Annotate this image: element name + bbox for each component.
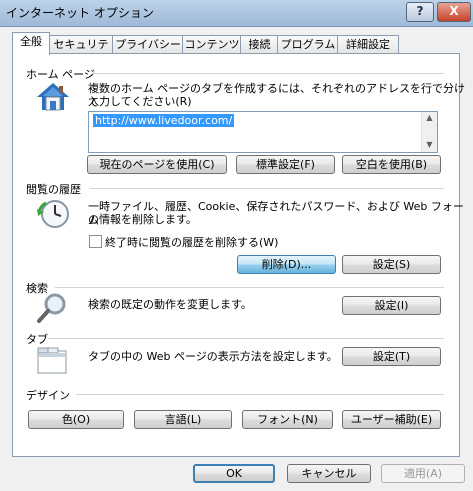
separator bbox=[76, 394, 444, 395]
tab-connections[interactable]: 接続 bbox=[240, 35, 279, 54]
use-blank-button[interactable]: 空白を使用(B) bbox=[342, 155, 441, 174]
textarea-scrollbar[interactable]: ▲ ▼ bbox=[421, 112, 437, 152]
help-button[interactable]: ? bbox=[406, 2, 434, 22]
separator bbox=[55, 287, 444, 288]
use-current-page-button[interactable]: 現在のページを使用(C) bbox=[87, 155, 227, 174]
tab-general[interactable]: 全般 bbox=[12, 32, 50, 55]
apply-button[interactable]: 適用(A) bbox=[381, 464, 465, 483]
delete-history-on-exit-label[interactable]: 終了時に閲覧の履歴を削除する(W) bbox=[105, 234, 278, 250]
languages-button[interactable]: 言語(L) bbox=[134, 410, 232, 429]
tabs-window-icon bbox=[37, 347, 67, 374]
history-settings-button[interactable]: 設定(S) bbox=[342, 255, 441, 274]
delete-history-button[interactable]: 削除(D)... bbox=[237, 255, 336, 274]
tab-privacy[interactable]: プライバシー bbox=[112, 35, 184, 54]
browsing-history-label: 閲覧の履歴 bbox=[26, 183, 81, 196]
window-title: インターネット オプション bbox=[6, 6, 154, 20]
tabs-description: タブの中の Web ページの表示方法を設定します。 bbox=[88, 350, 338, 363]
history-description-2: の情報を削除します。 bbox=[88, 213, 197, 226]
cancel-button[interactable]: キャンセル bbox=[287, 464, 371, 483]
history-clock-icon bbox=[37, 200, 69, 228]
home-page-description-2: 入力してください(R) bbox=[88, 95, 192, 108]
separator bbox=[90, 188, 444, 189]
appearance-label: デザイン bbox=[26, 389, 70, 402]
fonts-button[interactable]: フォント(N) bbox=[242, 410, 333, 429]
title-bar: インターネット オプション ? X bbox=[0, 0, 473, 27]
accessibility-button[interactable]: ユーザー補助(E) bbox=[342, 410, 441, 429]
magnifier-icon bbox=[37, 293, 66, 323]
scroll-down-icon[interactable]: ▼ bbox=[422, 139, 437, 151]
search-description: 検索の既定の動作を変更します。 bbox=[88, 298, 252, 311]
tab-programs[interactable]: プログラム bbox=[277, 35, 339, 54]
tab-advanced[interactable]: 詳細設定 bbox=[337, 35, 399, 54]
home-page-url-textarea[interactable]: http://www.livedoor.com/ ▲ ▼ bbox=[88, 111, 438, 153]
tab-content[interactable]: コンテンツ bbox=[182, 35, 242, 54]
use-default-button[interactable]: 標準設定(F) bbox=[236, 155, 335, 174]
tabs-settings-button[interactable]: 設定(T) bbox=[342, 347, 441, 366]
scroll-up-icon[interactable]: ▲ bbox=[422, 112, 437, 124]
ok-button[interactable]: OK bbox=[193, 464, 275, 483]
colors-button[interactable]: 色(O) bbox=[28, 410, 124, 429]
separator bbox=[48, 338, 444, 339]
tab-security[interactable]: セキュリティ bbox=[48, 35, 114, 68]
home-page-url-text: http://www.livedoor.com/ bbox=[93, 114, 235, 127]
close-button[interactable]: X bbox=[437, 2, 471, 22]
house-icon bbox=[37, 83, 69, 111]
separator bbox=[92, 73, 444, 74]
home-page-label: ホーム ページ bbox=[26, 68, 95, 81]
search-settings-button[interactable]: 設定(I) bbox=[342, 296, 441, 315]
delete-history-on-exit-checkbox[interactable] bbox=[89, 235, 102, 248]
